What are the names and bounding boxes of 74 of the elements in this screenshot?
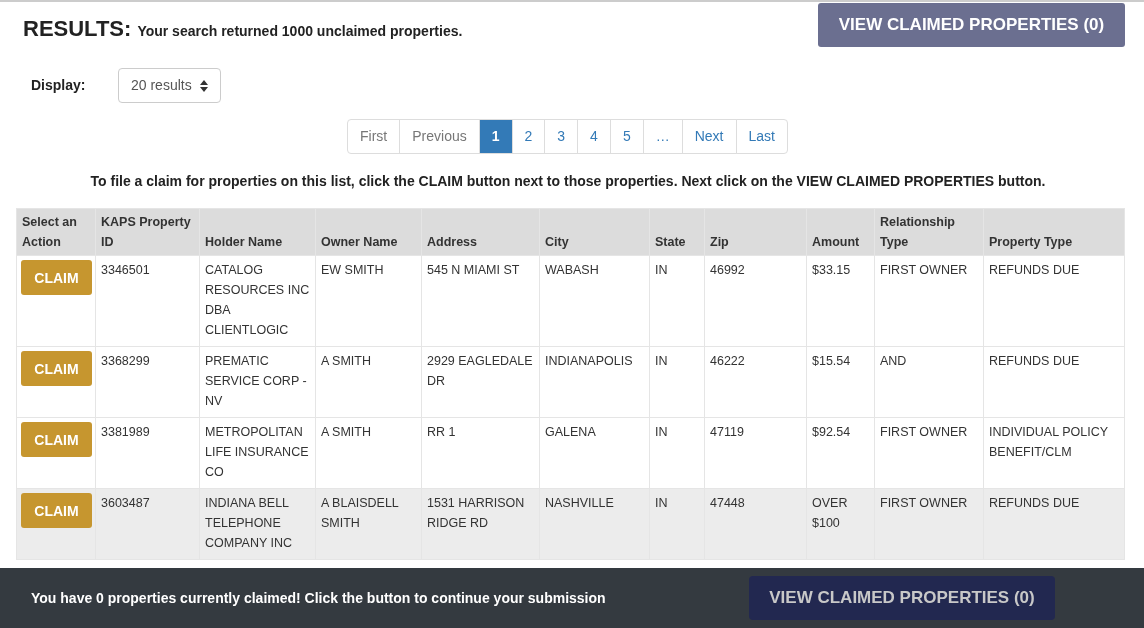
table-cell: INDIVIDUAL POLICY BENEFIT/CLM <box>983 417 1125 489</box>
page-link[interactable]: 5 <box>609 119 644 154</box>
table-cell: IN <box>649 255 705 347</box>
claim-button[interactable]: CLAIM <box>21 260 92 295</box>
table-cell: 47119 <box>704 417 807 489</box>
column-header: City <box>539 208 650 256</box>
column-header: Amount <box>806 208 875 256</box>
table-cell: 46992 <box>704 255 807 347</box>
column-header: Zip <box>704 208 807 256</box>
table-cell: 3603487 <box>95 488 200 560</box>
claimed-count-message: You have 0 properties currently claimed! Click the button to continue your submission <box>31 588 607 608</box>
page-link[interactable]: Next <box>681 119 737 154</box>
results-summary: Your search returned 1000 unclaimed properties. <box>137 22 463 41</box>
table-cell: IN <box>649 417 705 489</box>
table-cell: A SMITH <box>315 346 422 418</box>
table-cell: RR 1 <box>421 417 540 489</box>
column-header: Property Type <box>983 208 1125 256</box>
table-cell: FIRST OWNER <box>874 417 984 489</box>
table-cell: EW SMITH <box>315 255 422 347</box>
table-cell: PREMATIC SERVICE CORP - NV <box>199 346 316 418</box>
table-cell: 47448 <box>704 488 807 560</box>
table-cell: FIRST OWNER <box>874 488 984 560</box>
table-cell: A BLAISDELL SMITH <box>315 488 422 560</box>
view-claimed-button[interactable]: VIEW CLAIMED PROPERTIES (0) <box>749 576 1055 620</box>
page-link[interactable]: First <box>347 119 401 154</box>
table-cell: 46222 <box>704 346 807 418</box>
table-cell: GALENA <box>539 417 650 489</box>
results-select[interactable]: 20 results <box>118 68 221 103</box>
column-header: Select an Action <box>16 208 96 256</box>
page-link[interactable]: 4 <box>577 119 611 154</box>
table-cell: CATALOG RESOURCES INC DBA CLIENTLOGIC <box>199 255 316 347</box>
page-link[interactable]: … <box>642 119 683 154</box>
table-cell: METROPOLITAN LIFE INSURANCE CO <box>199 417 316 489</box>
table-cell: 3381989 <box>95 417 200 489</box>
sort-arrows-icon <box>199 79 208 92</box>
column-header: Owner Name <box>315 208 422 256</box>
results-heading: RESULTS: <box>23 15 132 43</box>
table-cell: $33.15 <box>806 255 875 347</box>
table-cell: NASHVILLE <box>539 488 650 560</box>
table-cell: IN <box>649 488 705 560</box>
page-link[interactable]: Previous <box>399 119 480 154</box>
table-cell: INDIANA BELL TELEPHONE COMPANY INC <box>199 488 316 560</box>
table-cell: $15.54 <box>806 346 875 418</box>
table-cell: 3368299 <box>95 346 200 418</box>
instructions-text: To file a claim for properties on this list, click the CLAIM button next to those properties. Next click on the VIEW CLAIMED PROPERTIES button. <box>89 172 1047 191</box>
view-claimed-button[interactable]: VIEW CLAIMED PROPERTIES (0) <box>818 3 1125 47</box>
column-header: KAPS Property ID <box>95 208 200 256</box>
table-cell: REFUNDS DUE <box>983 488 1125 560</box>
page-link[interactable]: 3 <box>544 119 579 154</box>
claim-button[interactable]: CLAIM <box>21 493 92 528</box>
page-link[interactable]: 1 <box>478 119 513 154</box>
table-cell: AND <box>874 346 984 418</box>
table-cell: FIRST OWNER <box>874 255 984 347</box>
table-cell: INDIANAPOLIS <box>539 346 650 418</box>
page-link[interactable]: 2 <box>511 119 546 154</box>
table-cell: 3346501 <box>95 255 200 347</box>
column-header: Address <box>421 208 540 256</box>
table-cell: REFUNDS DUE <box>983 255 1125 347</box>
claim-button[interactable]: CLAIM <box>21 351 92 386</box>
table-cell: $92.54 <box>806 417 875 489</box>
claim-button[interactable]: CLAIM <box>21 422 92 457</box>
display-label: Display: <box>31 76 87 95</box>
page-link[interactable]: Last <box>735 119 788 154</box>
table-cell: 2929 EAGLEDALE DR <box>421 346 540 418</box>
table-cell: 545 N MIAMI ST <box>421 255 540 347</box>
table-cell: A SMITH <box>315 417 422 489</box>
table-cell: WABASH <box>539 255 650 347</box>
column-header: Relationship Type <box>874 208 984 256</box>
table-cell: IN <box>649 346 705 418</box>
column-header: Holder Name <box>199 208 316 256</box>
column-header: State <box>649 208 705 256</box>
table-cell: OVER $100 <box>806 488 875 560</box>
table-cell: REFUNDS DUE <box>983 346 1125 418</box>
table-cell: 1531 HARRISON RIDGE RD <box>421 488 540 560</box>
